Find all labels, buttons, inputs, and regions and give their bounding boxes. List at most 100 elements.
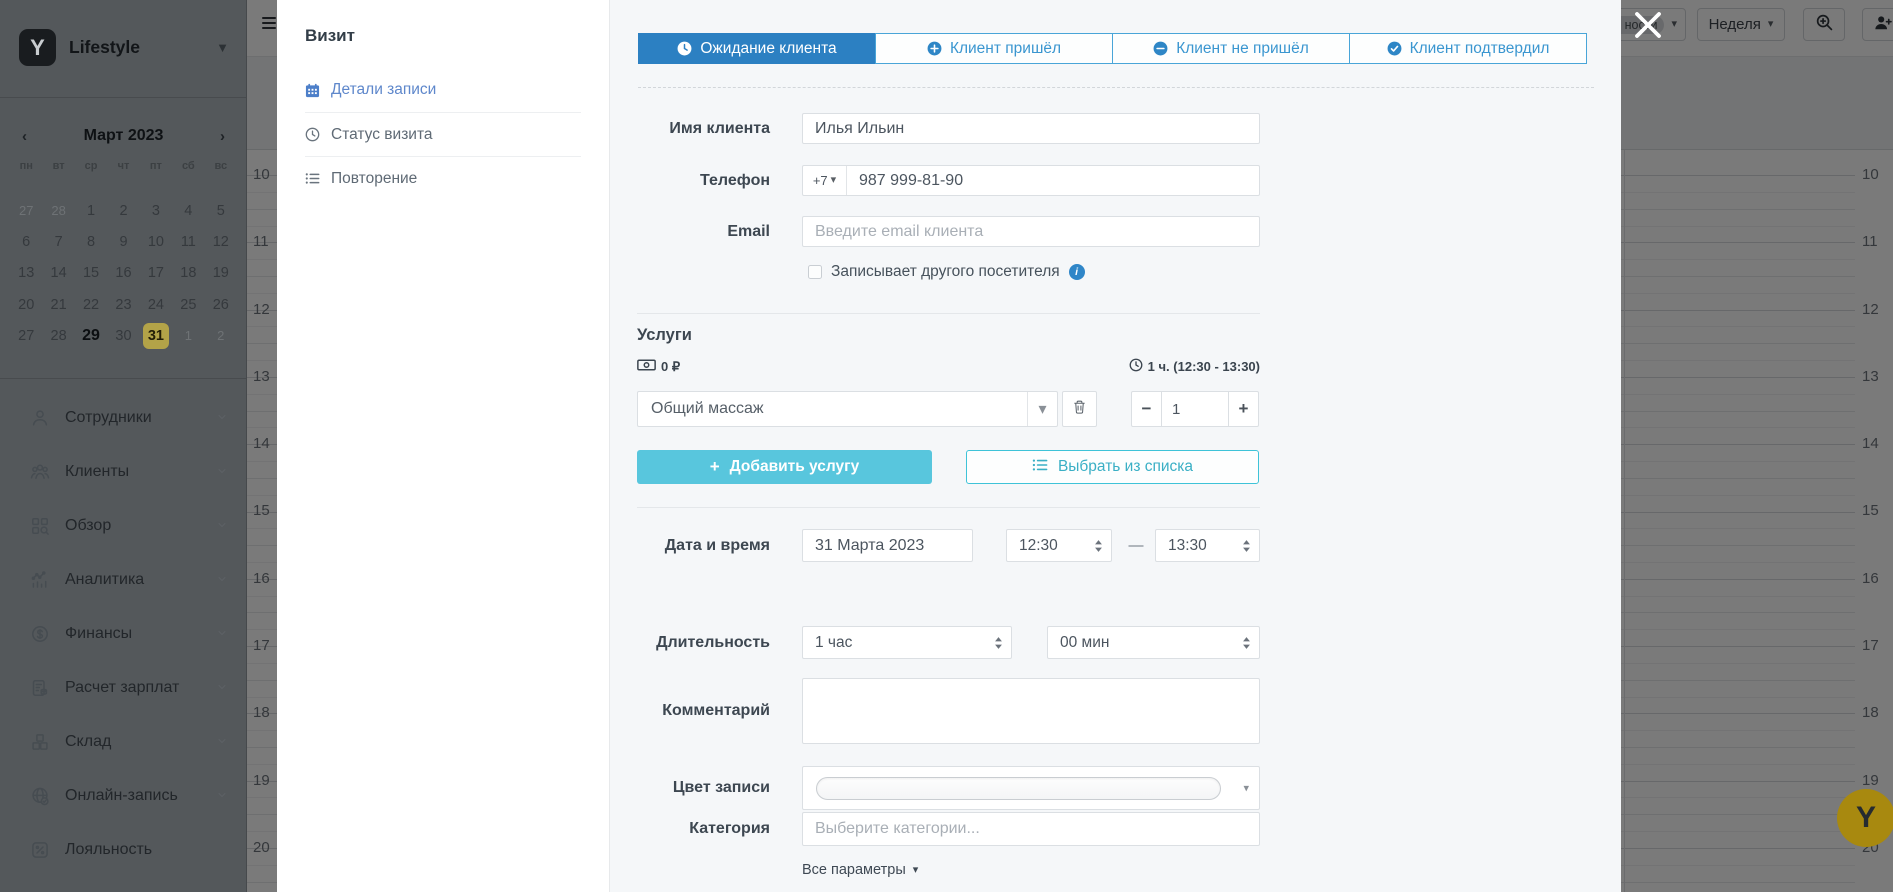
sidebar-item-loyalty[interactable]: Лояльность xyxy=(0,823,246,877)
calendar-day[interactable]: 13 xyxy=(10,258,42,289)
duration-hours-select[interactable]: 1 час xyxy=(802,626,1012,659)
company-switcher[interactable]: Y Lifestyle ▼ xyxy=(19,29,229,66)
calendar-day-number: 9 xyxy=(110,229,136,255)
calendar-day[interactable]: 15 xyxy=(75,258,107,289)
phone-input[interactable] xyxy=(847,166,1259,195)
calendar-day[interactable]: 5 xyxy=(205,195,237,226)
calendar-day[interactable]: 14 xyxy=(42,258,74,289)
client-name-input[interactable] xyxy=(802,113,1260,144)
calendar-day[interactable]: 18 xyxy=(172,258,204,289)
calendar-day[interactable]: 3 xyxy=(140,195,172,226)
calendar-day[interactable]: 28 xyxy=(42,320,74,351)
calendar-day[interactable]: 1 xyxy=(75,195,107,226)
people-icon xyxy=(30,462,50,482)
other-visitor-checkbox[interactable] xyxy=(808,265,822,279)
all-params-toggle[interactable]: Все параметры ▾ xyxy=(802,862,918,878)
quantity-stepper: − + xyxy=(1131,391,1259,427)
pick-from-list-button[interactable]: Выбрать из списка xyxy=(966,450,1259,484)
sidebar-item-online[interactable]: Онлайн-запись xyxy=(0,769,246,823)
calendar-day[interactable]: 9 xyxy=(107,226,139,257)
sidebar-item-warehouse[interactable]: Склад xyxy=(0,715,246,769)
delete-service-button[interactable] xyxy=(1062,391,1097,427)
sidebar-item-people[interactable]: Клиенты xyxy=(0,445,246,499)
tab-status[interactable]: Ожидание клиента xyxy=(638,33,876,64)
quantity-minus-button[interactable]: − xyxy=(1131,391,1162,427)
calendar-day[interactable]: 4 xyxy=(172,195,204,226)
calendar-day[interactable]: 25 xyxy=(172,289,204,320)
calendar-day[interactable]: 27 xyxy=(10,195,42,226)
modal-nav-item[interactable]: Детали записи xyxy=(305,68,581,112)
comment-textarea[interactable] xyxy=(802,678,1260,744)
phone-field: +7 ▾ xyxy=(802,165,1260,196)
record-color-select[interactable]: ▾ xyxy=(802,766,1260,810)
calendar-day[interactable]: 12 xyxy=(205,226,237,257)
calendar-day[interactable]: 7 xyxy=(42,226,74,257)
tab-status[interactable]: Клиент пришёл xyxy=(875,33,1113,64)
weekday-label: чт xyxy=(107,160,139,172)
info-icon[interactable]: i xyxy=(1069,264,1085,280)
start-time-select[interactable]: 12:30 xyxy=(1006,529,1112,562)
country-code-dropdown[interactable]: +7 ▾ xyxy=(803,166,847,195)
date-input[interactable] xyxy=(802,529,973,562)
calendar-day[interactable]: 24 xyxy=(140,289,172,320)
calendar-day[interactable]: 31 xyxy=(140,320,172,351)
calendar-day[interactable]: 10 xyxy=(140,226,172,257)
calendar-day[interactable]: 20 xyxy=(10,289,42,320)
calendar-day[interactable]: 27 xyxy=(10,320,42,351)
calendar-day[interactable]: 2 xyxy=(107,195,139,226)
chevron-down-icon: ▾ xyxy=(831,175,837,186)
calendar-day[interactable]: 22 xyxy=(75,289,107,320)
sidebar-item-person[interactable]: Сотрудники xyxy=(0,391,246,445)
tab-status[interactable]: Клиент не пришёл xyxy=(1112,33,1350,64)
modal-nav-item[interactable]: Повторение xyxy=(305,156,581,200)
tab-status[interactable]: Клиент подтвердил xyxy=(1349,33,1587,64)
calendar-day[interactable]: 28 xyxy=(42,195,74,226)
company-name: Lifestyle xyxy=(69,37,203,58)
calendar-day[interactable]: 1 xyxy=(172,320,204,351)
email-label: Email xyxy=(610,216,770,247)
person-icon xyxy=(30,408,50,428)
quantity-plus-button[interactable]: + xyxy=(1228,391,1259,427)
add-service-button[interactable]: + Добавить услугу xyxy=(637,450,932,484)
calendar-day[interactable]: 17 xyxy=(140,258,172,289)
prev-month-button[interactable]: ‹ xyxy=(10,128,39,145)
support-chat-widget[interactable]: Y xyxy=(1837,789,1893,847)
calendar-day[interactable]: 30 xyxy=(107,320,139,351)
analytics-icon xyxy=(30,570,50,590)
calendar-day[interactable]: 6 xyxy=(10,226,42,257)
spinner-icon xyxy=(1242,538,1251,553)
calendar-day[interactable]: 23 xyxy=(107,289,139,320)
tab-label: Клиент подтвердил xyxy=(1410,40,1550,58)
calendar-day[interactable]: 21 xyxy=(42,289,74,320)
calendar-day-number: 21 xyxy=(46,292,72,318)
price-value: 0 ₽ xyxy=(661,359,680,375)
calendar-day[interactable]: 29 xyxy=(75,320,107,351)
weekday-label: пт xyxy=(140,160,172,172)
email-input[interactable] xyxy=(802,216,1260,247)
calendar-day[interactable]: 16 xyxy=(107,258,139,289)
sidebar-item-finance[interactable]: Финансы xyxy=(0,607,246,661)
duration-minutes-select[interactable]: 00 мин xyxy=(1047,626,1260,659)
chevron-down-icon: ▼ xyxy=(216,40,229,55)
datetime-label: Дата и время xyxy=(610,529,770,562)
calendar-day-number: 31 xyxy=(143,323,169,349)
sidebar-item-salary[interactable]: Расчет зарплат xyxy=(0,661,246,715)
chat-logo-icon: Y xyxy=(1856,801,1876,835)
calendar-day[interactable]: 2 xyxy=(205,320,237,351)
calendar-day[interactable]: 8 xyxy=(75,226,107,257)
calendar-day-number: 7 xyxy=(46,229,72,255)
service-select-value: Общий массаж xyxy=(638,400,1027,418)
end-time-select[interactable]: 13:30 xyxy=(1155,529,1260,562)
calendar-day[interactable]: 26 xyxy=(205,289,237,320)
modal-nav-item[interactable]: Статус визита xyxy=(305,112,581,156)
quantity-input[interactable] xyxy=(1162,391,1229,427)
next-month-button[interactable]: › xyxy=(208,128,237,145)
category-input[interactable] xyxy=(802,812,1260,846)
sidebar-item-analytics[interactable]: Аналитика xyxy=(0,553,246,607)
calendar-day[interactable]: 19 xyxy=(205,258,237,289)
sidebar-item-grid[interactable]: Обзор xyxy=(0,499,246,553)
service-select[interactable]: Общий массаж ▾ xyxy=(637,391,1058,427)
record-color-label: Цвет записи xyxy=(610,766,770,810)
close-modal-button[interactable] xyxy=(1629,6,1667,44)
calendar-day[interactable]: 11 xyxy=(172,226,204,257)
